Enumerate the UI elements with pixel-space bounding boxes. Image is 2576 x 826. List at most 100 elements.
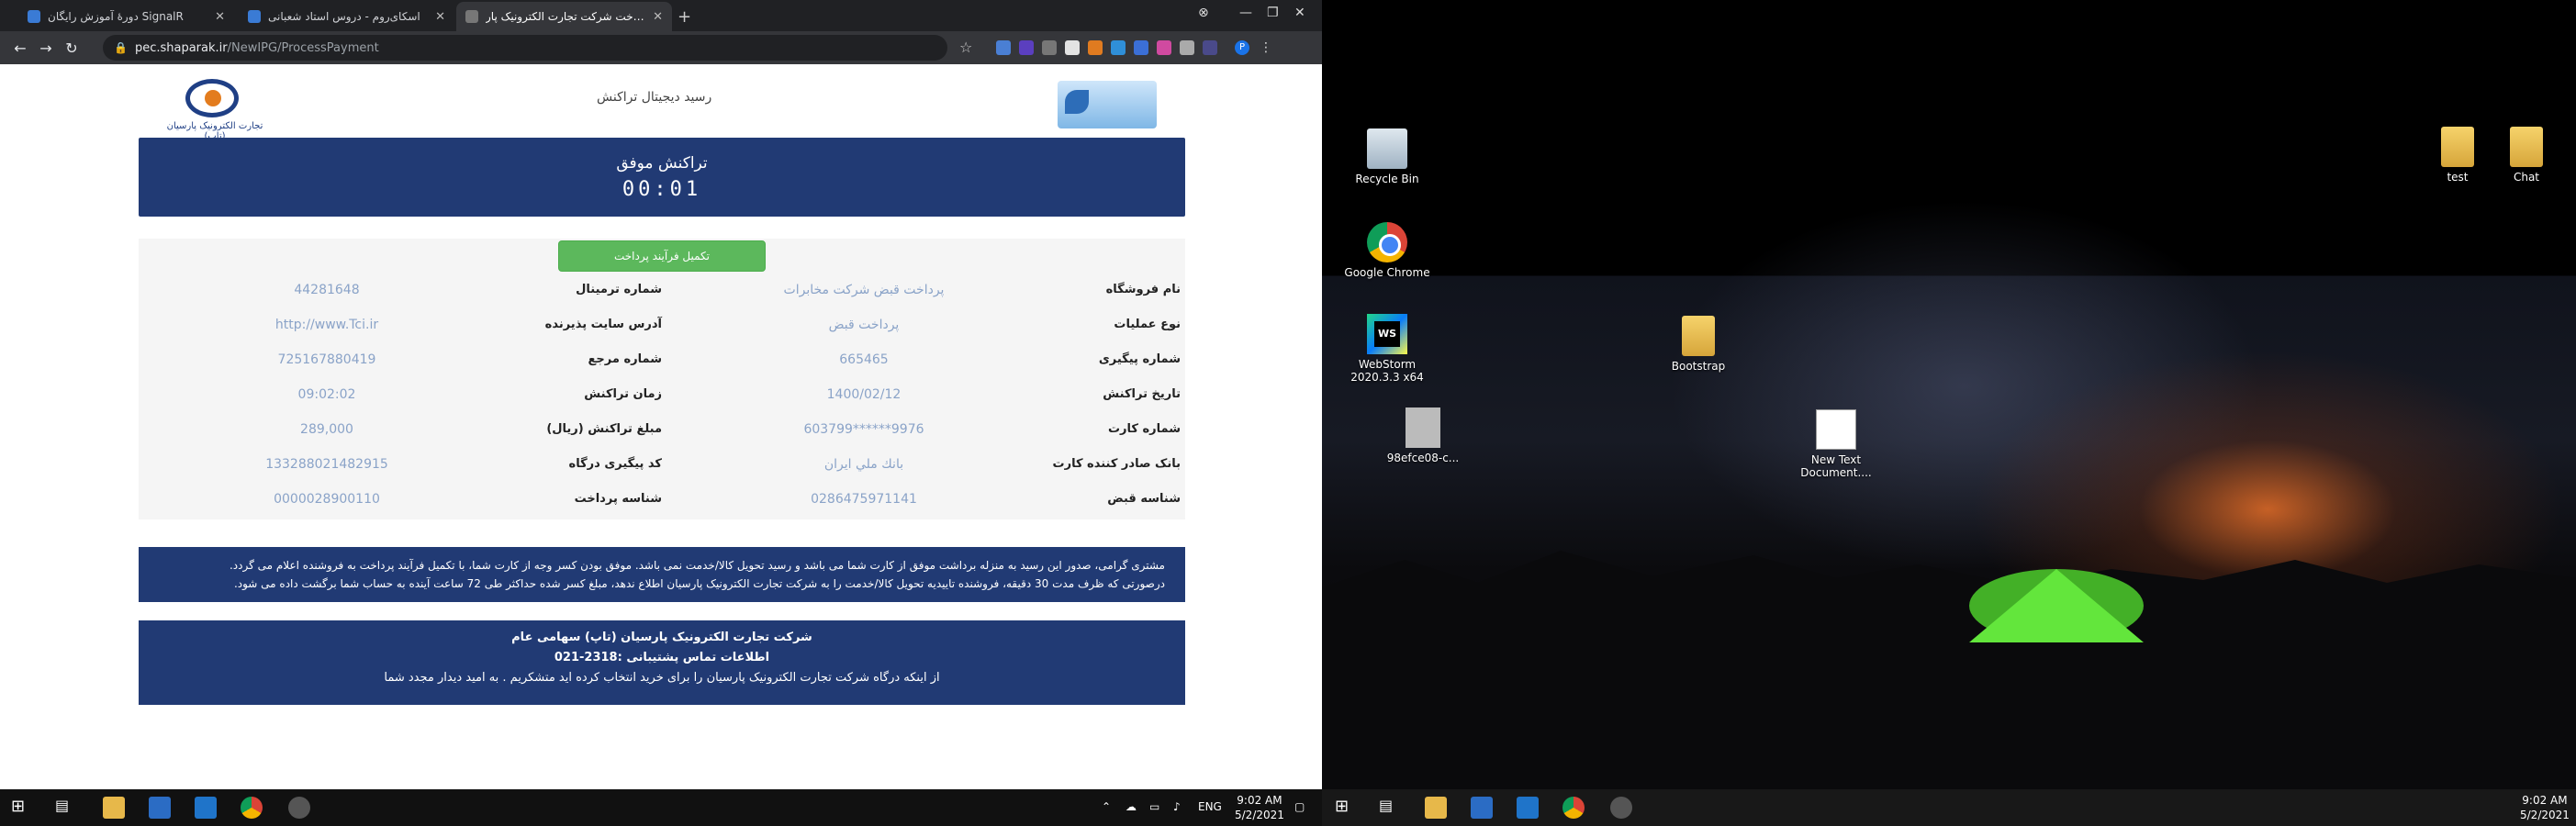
notice-line: مشتری گرامی، صدور این رسید به منزله بردا… (229, 559, 1165, 572)
page-title: رسید دیجیتال تراکنش (597, 90, 712, 105)
desktop-icon-chrome[interactable]: Google Chrome (1341, 222, 1433, 279)
clock-time: 9:02 AM (1237, 794, 1282, 807)
address-bar[interactable]: 🔒 pec.shaparak.ir/NewIPG/ProcessPayment (103, 35, 947, 61)
extension-icon[interactable] (1042, 40, 1057, 55)
detail-value: 133288021482915 (265, 457, 388, 472)
extension-icon[interactable] (1203, 40, 1217, 55)
bookmark-star-icon[interactable]: ☆ (959, 39, 972, 56)
url-path: /NewIPG/ProcessPayment (227, 40, 379, 55)
desktop-icon-recycle-bin[interactable]: Recycle Bin (1341, 128, 1433, 185)
language-indicator[interactable]: ENG (1198, 800, 1222, 813)
detail-value: 44281648 (294, 283, 360, 297)
extensions-puzzle-icon[interactable] (1180, 40, 1194, 55)
desktop-icon-label: Bootstrap (1671, 360, 1726, 373)
detail-value: 0286475971141 (811, 492, 917, 507)
app-taskbar-icon[interactable] (1610, 797, 1632, 819)
detail-value: 09:02:02 (297, 387, 356, 402)
close-tab-icon[interactable]: ✕ (653, 10, 663, 24)
file-explorer-icon[interactable] (1425, 797, 1447, 819)
extension-icon[interactable] (1157, 40, 1171, 55)
chrome-taskbar-icon[interactable] (1562, 797, 1585, 819)
onedrive-icon[interactable]: ☁ (1126, 800, 1137, 813)
mail-icon[interactable] (1517, 797, 1539, 819)
tab-title: پرداخت شرکت تجارت الکترونیک پار... (486, 10, 645, 23)
menu-icon[interactable]: ⋮ (1260, 40, 1274, 55)
extension-icon[interactable] (1019, 40, 1034, 55)
desktop-icon-label: New Text Document.... (1800, 453, 1872, 479)
task-view-icon[interactable]: ▤ (1379, 797, 1401, 819)
taskbar-secondary: ⊞ ▤ 9:02 AM 5/2/2021 (1322, 789, 2576, 826)
chrome-taskbar-icon[interactable] (241, 797, 263, 819)
tab-title: دورهٔ آموزش رایگان SignalR (48, 10, 184, 23)
profile-avatar[interactable]: P (1235, 40, 1249, 55)
thank-you-text: از اینکه درگاه شرکت تجارت الکترونیک پارس… (384, 671, 940, 685)
desktop-icon-bootstrap[interactable]: Bootstrap (1652, 316, 1744, 373)
extension-icon[interactable] (1088, 40, 1103, 55)
desktop-icon-webstorm[interactable]: WS WebStorm 2020.3.3 x64 (1341, 314, 1433, 384)
tab-payment[interactable]: پرداخت شرکت تجارت الکترونیک پار... ✕ (456, 2, 672, 31)
extension-icon[interactable] (1065, 40, 1080, 55)
file-explorer-icon[interactable] (103, 797, 125, 819)
back-icon[interactable]: ← (7, 39, 33, 57)
recycle-bin-icon (1367, 128, 1407, 169)
detail-value: 1400/02/12 (826, 387, 902, 402)
desktop-icon-label: Chat (2513, 171, 2540, 184)
detail-value: 289,000 (300, 422, 353, 437)
maximize-icon[interactable]: ❐ (1267, 6, 1279, 20)
detail-label: کد پیگیری درگاه (568, 457, 662, 471)
tray-chevron-icon[interactable]: ⌃ (1102, 800, 1111, 813)
new-tab-icon[interactable]: + (678, 7, 691, 27)
taskbar-clock[interactable]: 9:02 AM 5/2/2021 (2520, 793, 2570, 822)
browser-window: دورهٔ آموزش رایگان SignalR ✕ اسکای‌روم -… (0, 0, 1322, 826)
app-taskbar-icon[interactable] (288, 797, 310, 819)
detail-label: شماره کارت (1107, 422, 1181, 436)
desktop-icon-text-document[interactable]: New Text Document.... (1790, 409, 1882, 479)
taskbar-clock[interactable]: 9:02 AM 5/2/2021 (1235, 793, 1284, 822)
close-tab-icon[interactable]: ✕ (215, 10, 225, 24)
detail-label: نام فروشگاه (1105, 283, 1181, 296)
close-tab-icon[interactable]: ✕ (435, 10, 445, 24)
detail-label: مبلغ تراکنش (ریال) (546, 422, 662, 436)
mail-icon[interactable] (195, 797, 217, 819)
extension-icon[interactable] (1134, 40, 1148, 55)
volume-icon[interactable]: ♪ (1173, 800, 1181, 813)
forward-icon[interactable]: → (33, 39, 59, 57)
payment-receipt-page: تجارت الکترونیک پارسیان (تاپ) رسید دیجیت… (0, 64, 1322, 789)
desktop-icon-label: Recycle Bin (1355, 173, 1419, 185)
support-contact: اطلاعات تماس پشتیبانی :2318-021 (554, 651, 770, 664)
detail-label: تاریخ تراکنش (1103, 387, 1181, 401)
reload-icon[interactable]: ↻ (59, 39, 84, 57)
extension-icon[interactable] (996, 40, 1011, 55)
close-window-icon[interactable]: ✕ (1294, 6, 1305, 20)
tab-skyroom[interactable]: اسکای‌روم - دروس استاد شعبانی ✕ (239, 2, 454, 31)
detail-label: نوع عملیات (1114, 318, 1181, 331)
record-icon[interactable]: ⊗ (1198, 6, 1209, 20)
notification-icon[interactable]: ▢ (1294, 800, 1305, 813)
store-icon[interactable] (149, 797, 171, 819)
windows-start-icon[interactable]: ⊞ (1335, 797, 1357, 819)
task-view-icon[interactable]: ▤ (55, 797, 77, 819)
detail-label: شناسه قبض (1107, 492, 1181, 506)
complete-payment-button[interactable]: تکمیل فرآیند پرداخت (558, 240, 766, 272)
detail-row: شماره پیگیری 665465 شماره مرجع 725167880419 (139, 343, 1185, 378)
desktop-icon-label: WebStorm 2020.3.3 x64 (1350, 358, 1424, 384)
windows-start-icon[interactable]: ⊞ (11, 797, 33, 819)
store-icon[interactable] (1471, 797, 1493, 819)
file-icon (1406, 407, 1440, 448)
detail-label: بانک صادر کننده کارت (1052, 457, 1181, 471)
desktop-icon-file[interactable]: 98efce08-c... (1377, 407, 1469, 464)
folder-icon (2510, 127, 2543, 167)
detail-value: بانك ملي ايران (823, 457, 904, 472)
network-icon[interactable]: ▭ (1149, 800, 1159, 813)
company-footer: شرکت تجارت الکترونیک پارسیان (تاپ) سهامی… (139, 620, 1185, 705)
company-name: شرکت تجارت الکترونیک پارسیان (تاپ) سهامی… (511, 631, 812, 644)
tab-signalr[interactable]: دورهٔ آموزش رایگان SignalR ✕ (18, 2, 234, 31)
detail-label: شماره مرجع (588, 352, 662, 366)
desktop-icon-chat[interactable]: Chat (2481, 127, 2572, 184)
minimize-icon[interactable]: — (1239, 6, 1252, 20)
taskbar: ⊞ ▤ ⌃ ☁ ▭ ♪ ENG 9:02 AM 5/2/2021 ▢ (0, 789, 1322, 826)
detail-row: شناسه قبض 0286475971141 شناسه پرداخت 000002… (139, 483, 1185, 518)
extension-icon[interactable] (1111, 40, 1126, 55)
text-file-icon (1816, 409, 1856, 450)
countdown-timer: 00:01 (622, 178, 702, 201)
